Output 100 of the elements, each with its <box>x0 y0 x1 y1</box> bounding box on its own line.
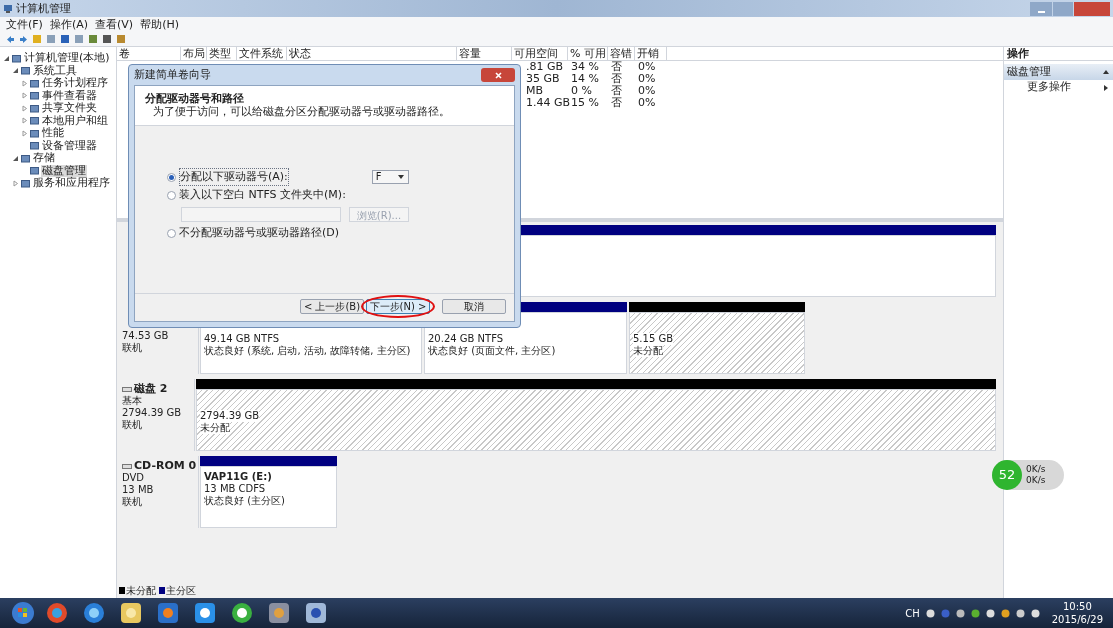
collapsed-arrow-icon[interactable] <box>21 92 28 100</box>
column-header[interactable]: 容错 <box>608 47 635 60</box>
column-header[interactable]: 容量 <box>457 47 512 60</box>
disk-info: 联机 <box>122 342 142 354</box>
tree-item[interactable]: 本地用户和组 <box>41 114 109 127</box>
app-icon <box>83 602 105 624</box>
tree-item[interactable]: 计算机管理(本地) <box>23 52 111 65</box>
tree-item[interactable]: 共享文件夹 <box>41 102 98 115</box>
table-cell-text: 0 % <box>570 85 593 97</box>
wizard-button[interactable]: 取消 <box>442 299 506 315</box>
tree-item[interactable]: 性能 <box>41 127 65 140</box>
tree-item[interactable]: 服务和应用程序 <box>32 177 111 190</box>
close-button[interactable] <box>1074 1 1110 16</box>
expanded-arrow-icon[interactable] <box>12 154 19 162</box>
collapsed-arrow-icon[interactable] <box>21 104 28 112</box>
partition-text: 20.24 GB NTFS <box>428 333 504 345</box>
forward-icon[interactable] <box>19 34 28 44</box>
tree-item[interactable]: 设备管理器 <box>41 139 98 152</box>
table-cell-text: 35 GB <box>525 73 561 85</box>
column-header[interactable]: 卷 <box>117 47 181 60</box>
partition-text: 状态良好 (主分区) <box>204 495 285 507</box>
option-label[interactable]: 装入以下空白 NTFS 文件夹中(M): <box>179 186 346 204</box>
column-header[interactable]: 开销 <box>635 47 667 60</box>
collapsed-arrow-icon[interactable] <box>21 79 28 87</box>
tree-item[interactable]: 存储 <box>32 152 56 165</box>
disk-label-panel[interactable]: 磁盘 2 基本 2794.39 GB 联机 <box>119 379 195 451</box>
expanded-arrow-icon[interactable] <box>12 67 19 75</box>
actions-title: 操作 <box>1004 47 1113 61</box>
disk-info: 2794.39 GB <box>122 407 182 419</box>
table-cell-text: .81 GB <box>525 61 565 73</box>
tree-item[interactable]: 磁盘管理 <box>41 164 87 177</box>
section-title: 磁盘管理 <box>1007 63 1051 80</box>
column-header[interactable]: 布局 <box>181 47 207 60</box>
radio-button[interactable] <box>167 190 176 200</box>
table-cell-text: 34 % <box>570 61 600 73</box>
page-subtitle: 为了便于访问，可以给磁盘分区分配驱动器号或驱动器路径。 <box>152 105 450 118</box>
transfer-rate: 0K/s <box>1026 475 1046 486</box>
transfer-rate: 0K/s <box>1026 464 1046 475</box>
action-link[interactable]: 更多操作 <box>1027 79 1071 96</box>
column-header[interactable]: 文件系统 <box>237 47 287 60</box>
partition-body[interactable]: VAP11G (E:) 13 MB CDFS 状态良好 (主分区) <box>200 466 337 528</box>
disk-drive-icon <box>122 462 132 470</box>
tree-item[interactable]: 系统工具 <box>32 64 78 77</box>
partition-text: 状态良好 (系统, 启动, 活动, 故障转储, 主分区) <box>204 345 411 357</box>
tree-item[interactable]: 任务计划程序 <box>41 77 109 90</box>
input-language-indicator[interactable]: CH <box>905 605 920 621</box>
actions-section-header[interactable]: 磁盘管理 <box>1004 64 1113 80</box>
disk-info: 联机 <box>122 419 142 431</box>
network-monitor-widget[interactable]: 52 0K/s 0K/s <box>992 460 1064 490</box>
partition-text: 13 MB CDFS <box>204 483 266 495</box>
app-icon <box>3 3 13 14</box>
expanded-arrow-icon[interactable] <box>3 54 10 62</box>
option-label[interactable]: 不分配驱动器号或驱动器路径(D) <box>179 224 340 242</box>
collapsed-arrow-icon[interactable] <box>12 179 19 187</box>
disk-info: 74.53 GB <box>122 330 169 342</box>
column-header[interactable]: 状态 <box>287 47 457 60</box>
option-label[interactable]: 分配以下驱动器号(A): <box>179 167 289 187</box>
disk-info: 联机 <box>122 496 142 508</box>
clock[interactable]: 10:50 2015/6/29 <box>1045 600 1109 626</box>
page-heading: 分配驱动器号和路径 <box>145 92 244 105</box>
dialog-title: 新建简单卷向导 <box>134 66 211 83</box>
radio-button[interactable] <box>167 228 176 238</box>
collapse-icon <box>1102 68 1110 76</box>
partition-body[interactable]: 2794.39 GB 未分配 <box>196 389 996 451</box>
collapsed-arrow-icon[interactable] <box>21 129 28 137</box>
table-cell-text: MB <box>525 85 545 97</box>
back-icon[interactable] <box>6 34 15 44</box>
disk-label-panel[interactable]: CD-ROM 0 DVD 13 MB 联机 <box>119 456 199 528</box>
drive-letter-dropdown[interactable]: F <box>371 170 409 184</box>
menu-item[interactable]: 操作(A) <box>49 18 89 31</box>
tree-item[interactable]: 事件查看器 <box>41 89 98 102</box>
legend-label: 未分配 <box>126 583 156 598</box>
radio-button[interactable] <box>167 172 176 182</box>
wizard-button[interactable]: < 上一步(B) <box>300 299 364 315</box>
folder-path-field[interactable] <box>181 206 341 222</box>
table-cell-text: 15 % <box>570 97 600 109</box>
table-cell-text: 0% <box>637 73 657 85</box>
menu-item[interactable]: 查看(V) <box>95 18 134 31</box>
partition-title: VAP11G (E:) <box>204 471 272 483</box>
table-cell-text: 0% <box>637 97 657 109</box>
collapsed-arrow-icon[interactable] <box>21 117 28 125</box>
disk-info: 基本 <box>122 395 142 407</box>
disk-info: 13 MB <box>122 484 154 496</box>
partition-body[interactable]: 5.15 GB 未分配 <box>629 312 805 374</box>
menu-item[interactable]: 帮助(H) <box>140 18 179 31</box>
disk-drive-icon <box>122 385 132 393</box>
close-icon <box>494 71 502 79</box>
partition-text: 2794.39 GB <box>200 410 260 422</box>
app-icon <box>120 602 142 624</box>
column-header[interactable]: 可用空间 <box>512 47 568 60</box>
column-header[interactable]: 类型 <box>207 47 237 60</box>
column-header[interactable]: % 可用 <box>568 47 608 60</box>
partition-text: 5.15 GB <box>633 333 674 345</box>
app-icon <box>157 602 179 624</box>
partition-text: 未分配 <box>200 422 230 434</box>
table-cell-text: 否 <box>610 73 623 85</box>
app-icon <box>231 602 253 624</box>
close-button[interactable] <box>481 68 515 82</box>
wizard-button[interactable]: 下一步(N) > <box>366 299 430 315</box>
menu-item[interactable]: 文件(F) <box>6 18 43 31</box>
